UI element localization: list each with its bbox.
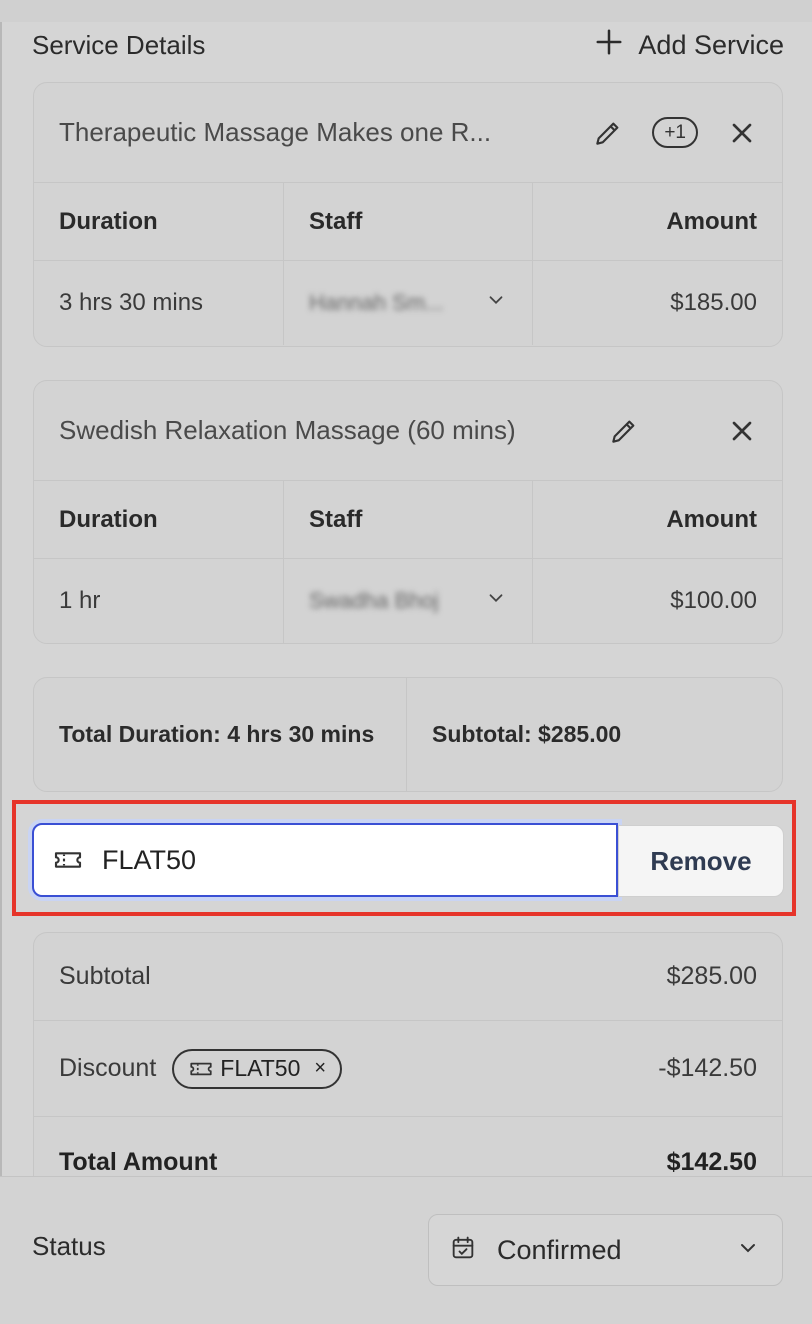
- pencil-icon: [612, 420, 635, 443]
- staff-name: Swadha Bhoj: [309, 588, 439, 613]
- chevron-down-icon: [485, 587, 507, 616]
- staff-select[interactable]: Swadha Bhoj: [283, 559, 532, 643]
- column-amount: Amount: [532, 183, 782, 260]
- payment-summary: Subtotal $285.00 Discount FLAT50 × -$142…: [33, 932, 783, 1182]
- duration-value: 1 hr: [59, 587, 101, 614]
- service-card-header: Swedish Relaxation Massage (60 mins): [34, 381, 782, 481]
- amount-value: $185.00: [532, 261, 782, 345]
- total-label: Total Amount: [59, 1147, 218, 1176]
- status-footer: Status Confirmed: [0, 1176, 812, 1324]
- service-table-header: Duration Staff Amount: [34, 481, 782, 559]
- summary-total-row: Total Amount $142.50: [34, 1117, 782, 1182]
- remove-service-button[interactable]: [726, 117, 758, 149]
- totals-card: Total Duration: 4 hrs 30 mins Subtotal: …: [33, 677, 783, 792]
- summary-subtotal-row: Subtotal $285.00: [34, 933, 782, 1021]
- column-staff: Staff: [283, 183, 532, 260]
- service-table-row: 3 hrs 30 mins Hannah Sm... $185.00: [34, 261, 782, 345]
- subtotal-summary: Subtotal: $285.00: [432, 721, 622, 748]
- total-duration: Total Duration: 4 hrs 30 mins: [34, 678, 407, 791]
- amount-value: $100.00: [532, 559, 782, 643]
- column-amount: Amount: [532, 481, 782, 558]
- service-card: Therapeutic Massage Makes one R... +1 Du…: [33, 82, 783, 347]
- service-table-row: 1 hr Swadha Bhoj $100.00: [34, 559, 782, 643]
- plus-icon: [594, 27, 624, 64]
- close-icon: [732, 421, 752, 440]
- edit-service-button[interactable]: [608, 415, 640, 447]
- discount-label: Discount: [59, 1054, 157, 1082]
- status-select[interactable]: Confirmed: [428, 1214, 783, 1286]
- service-details-header: Service Details Add Service: [32, 24, 784, 66]
- chevron-down-icon: [485, 289, 507, 318]
- add-service-label: Add Service: [638, 29, 784, 60]
- discount-chip: FLAT50 ×: [172, 1048, 343, 1089]
- column-duration: Duration: [59, 207, 158, 235]
- remove-discount-button[interactable]: ×: [314, 1057, 326, 1080]
- add-service-button[interactable]: Add Service: [594, 27, 784, 64]
- status-label: Status: [32, 1231, 106, 1261]
- service-card-header: Therapeutic Massage Makes one R... +1: [34, 83, 782, 183]
- calendar-check-icon: [449, 1234, 477, 1267]
- service-title: Therapeutic Massage Makes one R...: [59, 117, 492, 147]
- service-title: Swedish Relaxation Massage (60 mins): [59, 415, 516, 445]
- close-icon: [732, 123, 752, 142]
- extra-count-badge[interactable]: +1: [652, 117, 698, 148]
- discount-code: FLAT50: [220, 1055, 301, 1081]
- remove-service-button[interactable]: [726, 415, 758, 447]
- subtotal-value: $285.00: [666, 962, 757, 990]
- column-staff: Staff: [283, 481, 532, 558]
- top-band: [0, 0, 812, 22]
- duration-value: 3 hrs 30 mins: [59, 289, 204, 316]
- staff-name: Hannah Sm...: [309, 290, 444, 315]
- discount-value: -$142.50: [658, 1054, 757, 1082]
- summary-discount-row: Discount FLAT50 × -$142.50: [34, 1021, 782, 1117]
- column-duration: Duration: [59, 505, 158, 533]
- status-value: Confirmed: [497, 1234, 622, 1265]
- pencil-icon: [596, 122, 619, 145]
- chevron-down-icon: [736, 1236, 760, 1265]
- ticket-icon: [190, 1062, 212, 1075]
- service-card: Swedish Relaxation Massage (60 mins) Dur…: [33, 380, 783, 644]
- staff-select[interactable]: Hannah Sm...: [283, 261, 532, 345]
- subtotal-label: Subtotal: [59, 962, 151, 990]
- total-value: $142.50: [666, 1147, 757, 1176]
- section-title: Service Details: [32, 29, 206, 60]
- edit-service-button[interactable]: [592, 117, 624, 149]
- service-table-header: Duration Staff Amount: [34, 183, 782, 261]
- highlight-box: [12, 800, 796, 916]
